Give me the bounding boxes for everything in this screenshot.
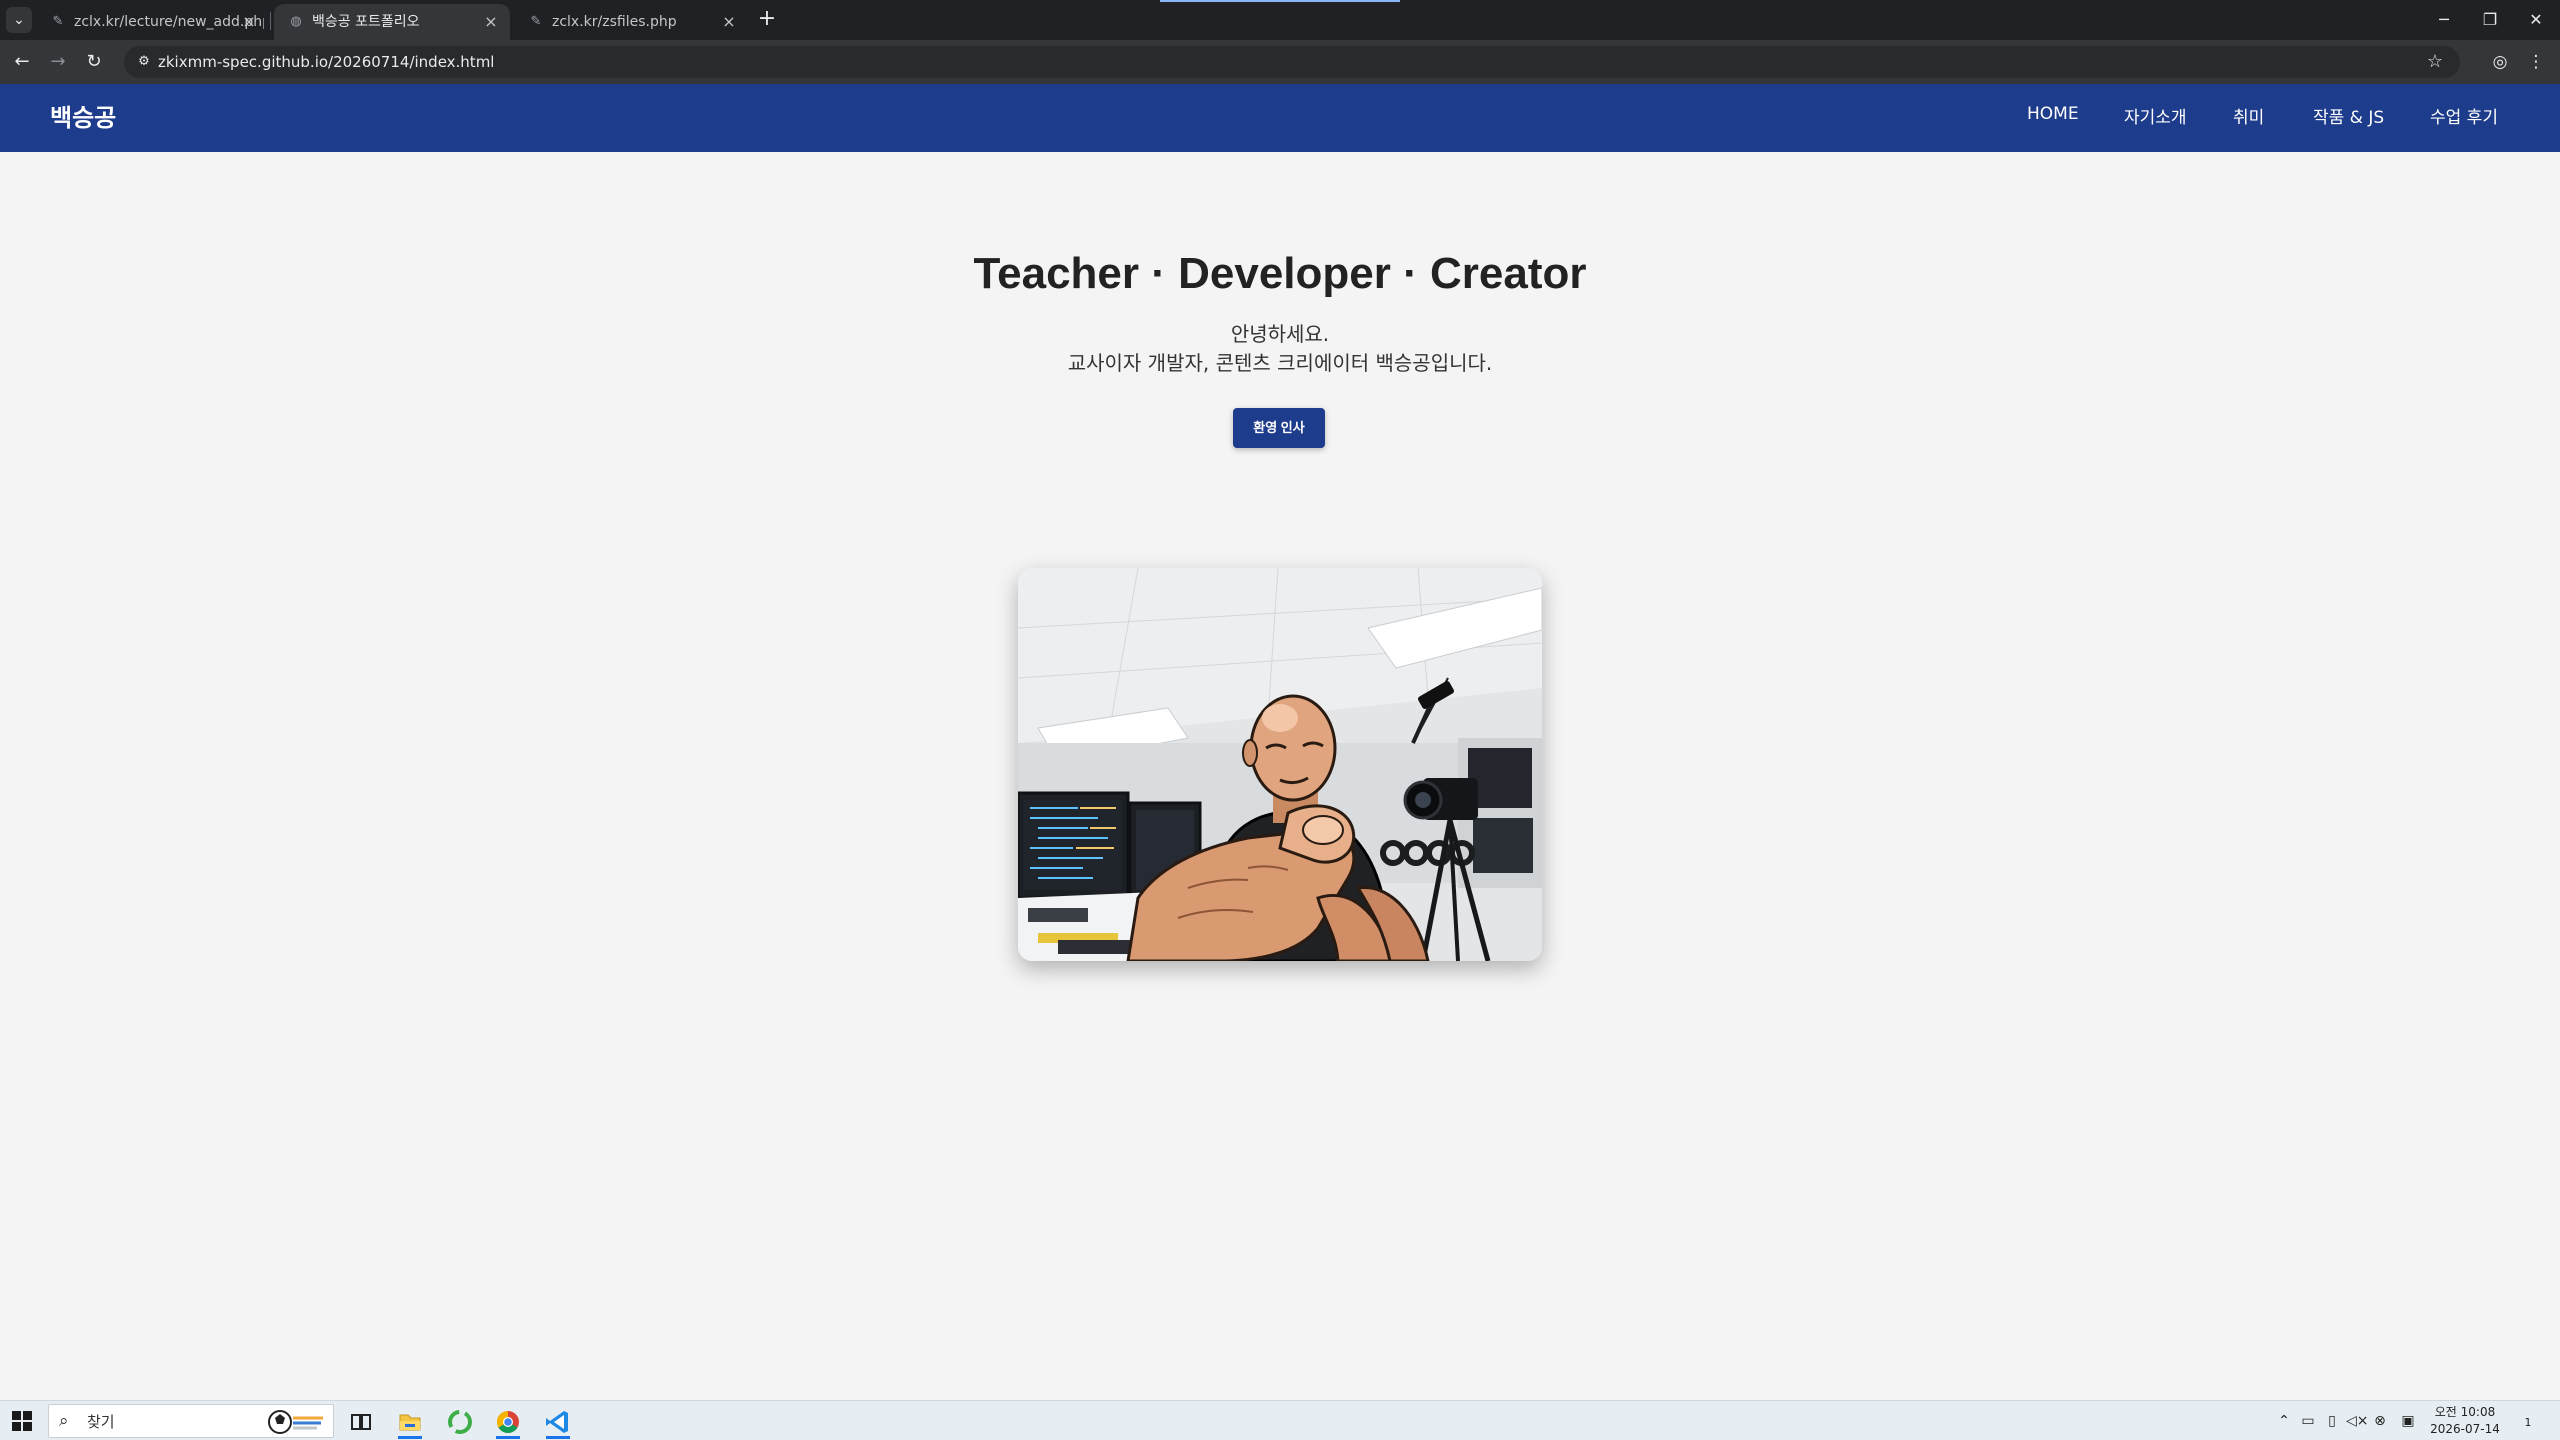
site-info-icon[interactable]: ⚙ (134, 52, 154, 72)
profile-icon[interactable]: ◎ (2486, 48, 2514, 76)
status-icon[interactable]: ⊗ (2370, 1411, 2390, 1431)
loading-indicator (1160, 0, 1400, 2)
search-placeholder: 찾기 (87, 1413, 115, 1431)
file-explorer-icon[interactable] (390, 1405, 430, 1439)
forward-icon[interactable]: → (44, 48, 72, 76)
tab-title: 백승공 포트폴리오 (312, 14, 420, 30)
clock-date: 2026-07-14 (2430, 1422, 2500, 1436)
windows-taskbar: ⌕ 찾기 ⌃ ▭ ▯ ◁× ⊗ ▣ 오전 10:08 2026-07-14 1 (0, 1400, 2560, 1440)
active-app-indicator (496, 1436, 520, 1439)
tab-separator (270, 12, 271, 30)
tab-zsfiles[interactable]: ✎ zclx.kr/zsfiles.php × (514, 4, 748, 40)
active-app-indicator (398, 1436, 422, 1439)
hero-greeting: 안녕하세요. (1230, 322, 1330, 346)
search-icon: ⌕ (59, 1411, 69, 1431)
close-tab-icon[interactable]: × (240, 13, 258, 31)
tab-search-icon[interactable]: ⌄ (6, 7, 32, 33)
new-tab-icon[interactable]: + (754, 7, 780, 33)
page-favicon-icon: ✎ (52, 14, 64, 29)
profile-illustration (1018, 568, 1542, 961)
restore-icon[interactable]: ❐ (2470, 4, 2510, 36)
vscode-icon[interactable] (538, 1405, 578, 1439)
volume-muted-icon[interactable]: ◁× (2346, 1411, 2369, 1431)
nav-works[interactable]: 작품 & JS (2313, 106, 2384, 130)
network-icon[interactable]: ▭ (2298, 1411, 2318, 1431)
tab-title: zclx.kr/zsfiles.php (552, 14, 677, 30)
clock-time: 오전 10:08 (2434, 1405, 2496, 1419)
ime-icon[interactable]: ▣ (2398, 1411, 2418, 1431)
globe-icon: ◍ (290, 14, 302, 29)
site-logo[interactable]: 백승공 (50, 102, 116, 134)
sync-app-icon[interactable] (440, 1405, 480, 1439)
close-window-icon[interactable]: ✕ (2516, 4, 2556, 36)
browser-tab-bar: ⌄ ✎ zclx.kr/lecture/new_add.php?re × ◍ 백… (0, 0, 2560, 40)
reload-icon[interactable]: ↻ (80, 48, 108, 76)
battery-icon[interactable]: ▯ (2322, 1411, 2342, 1431)
active-app-indicator (546, 1436, 570, 1439)
tab-title: zclx.kr/lecture/new_add.php?re (74, 14, 264, 30)
hero-intro: 교사이자 개발자, 콘텐츠 크리에이터 백승공입니다. (1067, 351, 1493, 375)
close-tab-icon[interactable]: × (482, 13, 500, 31)
tray-overflow-icon[interactable]: ⌃ (2274, 1411, 2294, 1431)
nav-hobby[interactable]: 취미 (2233, 106, 2264, 130)
minimize-icon[interactable]: ─ (2424, 4, 2464, 36)
task-view-icon[interactable] (340, 1405, 380, 1439)
browser-toolbar: ← → ↻ ⚙ zkixmm-spec.github.io/20260714/i… (0, 40, 2560, 84)
chrome-icon[interactable] (488, 1405, 528, 1439)
windows-start-icon[interactable] (12, 1411, 32, 1431)
url-text[interactable]: zkixmm-spec.github.io/20260714/index.htm… (158, 53, 494, 71)
nav-about[interactable]: 자기소개 (2124, 106, 2187, 130)
taskbar-search-input[interactable]: ⌕ 찾기 (48, 1404, 334, 1438)
search-highlight-icon (268, 1410, 323, 1434)
close-tab-icon[interactable]: × (720, 13, 738, 31)
page-favicon-icon: ✎ (530, 14, 542, 29)
site-header: 백승공 HOME 자기소개 취미 작품 & JS 수업 후기 (0, 84, 2560, 152)
hero-title: Teacher · Developer · Creator (973, 249, 1587, 298)
back-icon[interactable]: ← (8, 48, 36, 76)
address-bar[interactable]: ⚙ zkixmm-spec.github.io/20260714/index.h… (124, 46, 2460, 78)
nav-home[interactable]: HOME (2027, 102, 2079, 126)
notification-count: 1 (2524, 1416, 2532, 1429)
tab-portfolio[interactable]: ◍ 백승공 포트폴리오 × (274, 4, 510, 40)
notification-icon[interactable]: 1 (2516, 1410, 2540, 1432)
browser-menu-icon[interactable]: ⋮ (2522, 48, 2550, 76)
bookmark-star-icon[interactable]: ☆ (2424, 51, 2446, 73)
welcome-button[interactable]: 환영 인사 (1233, 408, 1325, 448)
taskbar-clock[interactable]: 오전 10:08 2026-07-14 (2425, 1404, 2505, 1438)
nav-reviews[interactable]: 수업 후기 (2430, 106, 2498, 130)
tab-lecture[interactable]: ✎ zclx.kr/lecture/new_add.php?re × (36, 4, 268, 40)
